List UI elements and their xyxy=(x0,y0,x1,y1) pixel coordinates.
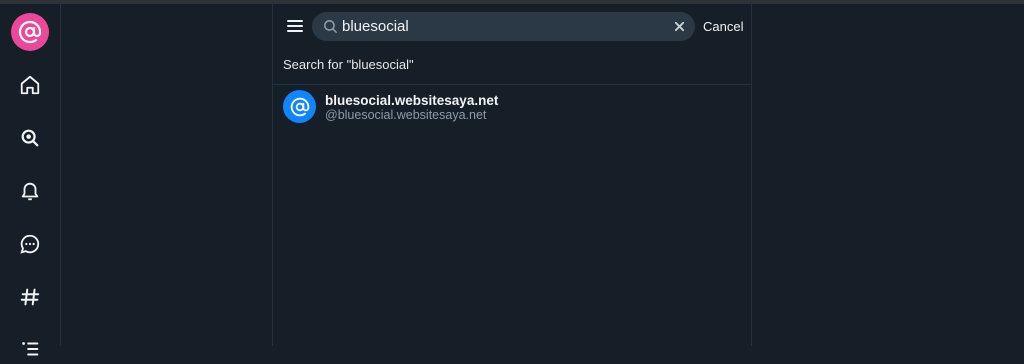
nav-chat-button[interactable] xyxy=(15,229,45,259)
search-for-label: Search for "bluesocial" xyxy=(283,57,414,72)
list-icon xyxy=(22,342,39,356)
nav-feeds-button[interactable] xyxy=(15,282,45,312)
profile-avatar-button[interactable] xyxy=(11,13,49,51)
menu-button[interactable] xyxy=(285,16,305,36)
at-sign-icon xyxy=(18,20,42,44)
hashtag-icon xyxy=(20,288,40,306)
hamburger-menu-icon xyxy=(287,20,303,32)
bell-icon xyxy=(21,182,39,201)
search-for-suggestion[interactable]: Search for "bluesocial" xyxy=(273,44,751,85)
result-display-name: bluesocial.websitesaya.net xyxy=(325,93,499,108)
search-input[interactable] xyxy=(342,12,662,41)
search-result-item[interactable]: bluesocial.websitesaya.net @bluesocial.w… xyxy=(273,85,751,129)
close-icon xyxy=(674,21,684,31)
result-handle: @bluesocial.websitesaya.net xyxy=(325,108,487,122)
home-icon xyxy=(20,75,40,95)
clear-search-button[interactable] xyxy=(671,18,687,34)
nav-notifications-button[interactable] xyxy=(15,176,45,206)
chat-icon xyxy=(20,234,40,254)
search-panel: Cancel Search for "bluesocial" bluesocia… xyxy=(272,4,752,346)
search-box xyxy=(312,12,695,41)
at-sign-icon xyxy=(290,97,309,116)
result-avatar xyxy=(283,90,316,123)
nav-home-button[interactable] xyxy=(15,70,45,100)
cancel-button[interactable]: Cancel xyxy=(703,19,743,34)
search-icon xyxy=(324,20,337,33)
nav-lists-button[interactable] xyxy=(15,334,45,364)
nav-search-button[interactable] xyxy=(15,123,45,153)
left-nav xyxy=(0,4,61,356)
search-icon xyxy=(21,129,39,147)
